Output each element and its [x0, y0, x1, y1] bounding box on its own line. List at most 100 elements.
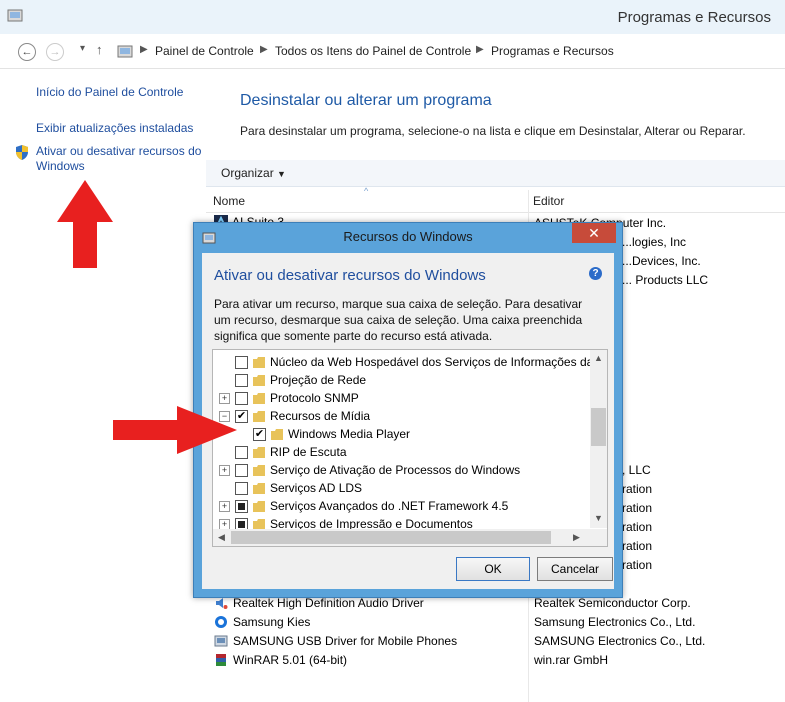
feature-checkbox[interactable] — [235, 481, 248, 495]
program-publisher: win.rar GmbH — [534, 653, 609, 667]
feature-checkbox[interactable]: ✔ — [253, 427, 266, 441]
feature-label: Serviços Avançados do .NET Framework 4.5 — [270, 499, 509, 513]
feature-label: Projeção de Rede — [270, 373, 367, 387]
dialog-title: Recursos do Windows — [343, 229, 473, 244]
breadcrumb-programs[interactable]: Programas e Recursos — [491, 44, 614, 58]
breadcrumb-separator-icon: ▶ — [260, 44, 268, 55]
nav-control-panel-home[interactable]: Início do Painel de Controle — [36, 85, 183, 99]
program-name[interactable]: Realtek High Definition Audio Driver — [233, 596, 424, 610]
feature-label: Protocolo SNMP — [270, 391, 359, 405]
tree-expander-icon[interactable]: + — [219, 393, 230, 404]
folder-icon — [253, 392, 265, 404]
folder-icon — [253, 482, 265, 494]
ok-button[interactable]: OK — [456, 557, 530, 581]
horizontal-scrollbar[interactable]: ◀ ▶ — [213, 529, 607, 546]
program-name[interactable]: WinRAR 5.01 (64-bit) — [233, 653, 347, 667]
program-name[interactable]: SAMSUNG USB Driver for Mobile Phones — [233, 634, 457, 648]
recent-pages-chevron-icon[interactable]: ▾ — [80, 43, 85, 54]
feature-label: Serviço de Ativação de Processos do Wind… — [270, 463, 521, 477]
usb-driver-icon — [214, 635, 228, 647]
column-headers: Nome ^ Editor — [206, 186, 785, 213]
folder-icon — [253, 518, 265, 530]
scrollbar-thumb[interactable] — [591, 408, 606, 446]
nav-turn-windows-features[interactable]: Ativar ou desativar recursos do — [36, 144, 201, 158]
feature-label: RIP de Escuta — [270, 445, 347, 459]
breadcrumb-all-items[interactable]: Todos os Itens do Painel de Controle — [275, 44, 471, 58]
program-publisher: ration — [622, 558, 653, 572]
program-publisher: Realtek Semiconductor Corp. — [534, 596, 691, 610]
cancel-button[interactable]: Cancelar — [537, 557, 613, 581]
command-toolbar — [206, 160, 785, 187]
help-icon[interactable]: ? — [589, 267, 602, 280]
feature-item[interactable]: ✔ Recursos de Mídia — [235, 407, 370, 425]
tree-expander-icon[interactable]: + — [219, 501, 230, 512]
window-title: Programas e Recursos — [617, 9, 771, 26]
windows-features-dialog: Recursos do Windows ✕ Ativar ou desativa… — [193, 222, 623, 598]
breadcrumb-separator-icon: ▶ — [140, 44, 148, 55]
feature-item[interactable]: Protocolo SNMP — [235, 389, 359, 407]
feature-checkbox[interactable] — [235, 463, 248, 477]
feature-label: Recursos de Mídia — [270, 409, 371, 423]
features-tree[interactable]: Núcleo da Web Hospedável dos Serviços de… — [212, 349, 608, 547]
organize-label: Organizar — [221, 166, 274, 180]
dialog-heading: Ativar ou desativar recursos do Windows — [214, 267, 486, 284]
scroll-up-icon[interactable]: ▲ — [594, 353, 603, 363]
feature-label: Núcleo da Web Hospedável dos Serviços de… — [270, 355, 594, 369]
folder-icon — [253, 410, 265, 422]
feature-item[interactable]: Serviço de Ativação de Processos do Wind… — [235, 461, 520, 479]
scroll-right-icon[interactable]: ▶ — [573, 532, 580, 543]
program-publisher: ration — [622, 482, 653, 496]
back-button[interactable]: ← — [18, 43, 36, 61]
scroll-left-icon[interactable]: ◀ — [218, 532, 225, 543]
up-arrow-icon[interactable]: ↑ — [96, 42, 103, 57]
feature-item[interactable]: ✔ Windows Media Player — [253, 425, 410, 443]
nav-view-installed-updates[interactable]: Exibir atualizações instaladas — [36, 121, 193, 135]
winrar-icon — [216, 654, 226, 666]
shield-icon — [16, 145, 28, 160]
breadcrumb-control-panel[interactable]: Painel de Controle — [155, 44, 254, 58]
folder-icon — [253, 446, 265, 458]
program-publisher: ...Devices, Inc. — [622, 254, 701, 268]
feature-checkbox[interactable] — [235, 373, 248, 387]
dialog-body: Ativar ou desativar recursos do Windows … — [202, 253, 614, 589]
feature-checkbox[interactable] — [235, 355, 248, 369]
feature-label: Windows Media Player — [288, 427, 411, 441]
feature-item[interactable]: Serviços AD LDS — [235, 479, 362, 497]
dialog-description: Para ativar um recurso, marque sua caixa… — [214, 297, 583, 343]
folder-icon — [253, 374, 265, 386]
program-publisher: Samsung Electronics Co., Ltd. — [534, 615, 696, 629]
feature-checkbox[interactable] — [235, 391, 248, 405]
folder-icon — [253, 464, 265, 476]
program-publisher: ...logies, Inc — [622, 235, 687, 249]
feature-item[interactable]: Núcleo da Web Hospedável dos Serviços de… — [235, 353, 593, 371]
program-publisher: , LLC — [622, 463, 651, 477]
page-instructions: Para desinstalar um programa, selecione-… — [240, 124, 746, 138]
samsung-kies-icon — [215, 616, 227, 628]
scrollbar-thumb[interactable] — [231, 531, 551, 544]
folder-icon — [253, 356, 265, 368]
nav-turn-windows-features-cont[interactable]: Windows — [36, 159, 85, 173]
scroll-down-icon[interactable]: ▼ — [594, 513, 603, 523]
address-bar: ← → ▾ ↑ ▶ Painel de Controle ▶ Todos os … — [0, 34, 785, 69]
program-name[interactable]: Samsung Kies — [233, 615, 310, 629]
sort-arrow-icon: ^ — [364, 186, 369, 196]
column-header-publisher[interactable]: Editor — [533, 194, 564, 208]
forward-button[interactable]: → — [46, 43, 64, 61]
column-header-name[interactable]: Nome — [213, 194, 245, 208]
feature-item[interactable]: Projeção de Rede — [235, 371, 366, 389]
tree-expander-icon[interactable]: + — [219, 465, 230, 476]
dialog-close-button[interactable]: ✕ — [572, 223, 616, 243]
feature-item[interactable]: RIP de Escuta — [235, 443, 347, 461]
page-title: Desinstalar ou alterar um programa — [240, 92, 492, 109]
feature-label: Serviços AD LDS — [270, 481, 363, 495]
feature-item[interactable]: Serviços Avançados do .NET Framework 4.5 — [235, 497, 508, 515]
vertical-scrollbar[interactable]: ▲ ▼ — [590, 350, 607, 528]
chevron-down-icon: ▼ — [277, 169, 286, 179]
control-panel-icon — [117, 45, 133, 58]
control-panel-icon — [7, 9, 23, 22]
feature-checkbox[interactable] — [235, 499, 248, 513]
organize-menu-button[interactable]: Organizar ▼ — [221, 166, 286, 180]
program-publisher: ration — [622, 501, 653, 515]
program-publisher: ration — [622, 539, 653, 553]
red-up-arrow-icon — [57, 180, 113, 268]
